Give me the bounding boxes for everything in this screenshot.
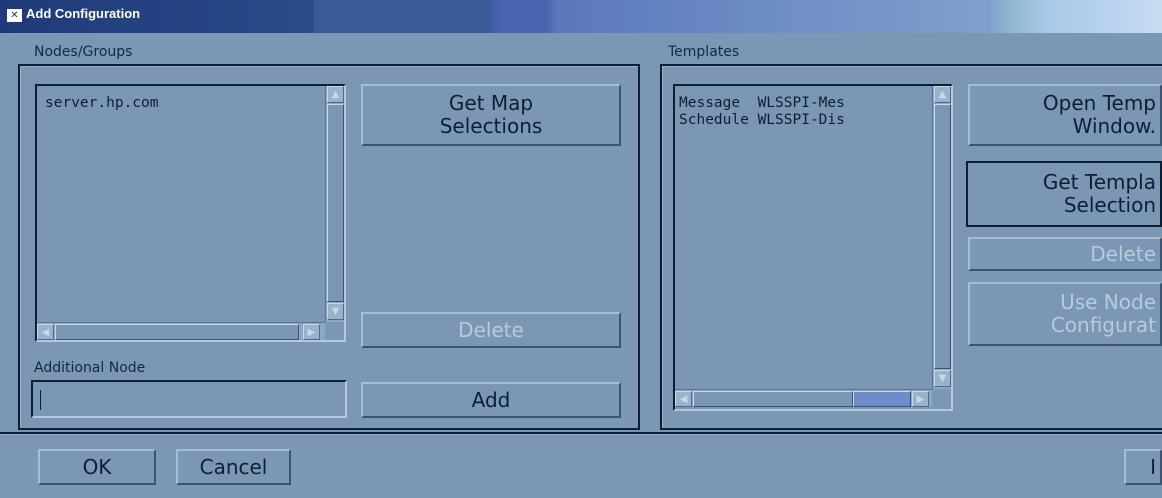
window-title: Add Configuration	[26, 6, 141, 21]
list-item[interactable]: Schedule WLSSPI-Dis	[679, 112, 845, 129]
get-map-selections-button[interactable]: Get Map Selections	[361, 84, 621, 146]
nodes-vertical-scrollbar[interactable]: ▲ ▼	[325, 86, 344, 322]
add-button[interactable]: Add	[361, 382, 621, 418]
nodes-list[interactable]: server.hp.com ▲ ▼ ◀ ▶	[35, 84, 346, 342]
scroll-up-icon[interactable]: ▲	[934, 86, 951, 103]
nodes-vertical-thumb[interactable]	[327, 104, 344, 302]
scroll-right-icon[interactable]: ▶	[303, 324, 320, 340]
scroll-up-icon[interactable]: ▲	[327, 86, 344, 103]
templates-delete-button[interactable]: Delete	[968, 237, 1162, 271]
dialog-button-bar	[0, 432, 1162, 498]
nodes-delete-button[interactable]: Delete	[361, 312, 621, 348]
scroll-right-icon[interactable]: ▶	[912, 391, 929, 407]
templates-vertical-scrollbar[interactable]: ▲ ▼	[932, 86, 951, 389]
templates-vertical-thumb[interactable]	[934, 104, 951, 369]
scroll-down-icon[interactable]: ▼	[327, 303, 344, 320]
list-item[interactable]: server.hp.com	[45, 95, 159, 112]
cancel-button[interactable]: Cancel	[176, 449, 291, 485]
ok-button[interactable]: OK	[38, 449, 156, 485]
use-node-configuration-button[interactable]: Use Node Configurat	[968, 282, 1162, 346]
scroll-down-icon[interactable]: ▼	[934, 370, 951, 387]
window-menu-icon[interactable]: ✕	[7, 9, 22, 22]
templates-horizontal-thumb-active[interactable]	[853, 391, 911, 407]
scroll-left-icon[interactable]: ◀	[675, 391, 692, 407]
templates-horizontal-scrollbar[interactable]: ◀ ▶	[675, 389, 932, 407]
text-cursor	[40, 390, 41, 410]
templates-label: Templates	[668, 44, 743, 60]
get-template-selections-button[interactable]: Get Templa Selection	[966, 161, 1162, 227]
nodes-groups-label: Nodes/Groups	[34, 44, 136, 60]
templates-list[interactable]: Message WLSSPI-Mes Schedule WLSSPI-Dis ▲…	[673, 84, 953, 411]
scroll-left-icon[interactable]: ◀	[37, 324, 54, 340]
list-item[interactable]: Message WLSSPI-Mes	[679, 95, 845, 112]
additional-node-field[interactable]	[31, 380, 347, 418]
templates-horizontal-thumb[interactable]	[693, 391, 853, 407]
nodes-horizontal-scrollbar[interactable]: ◀ ▶	[37, 322, 325, 340]
open-template-window-button[interactable]: Open Temp Window.	[968, 84, 1162, 146]
additional-node-label: Additional Node	[34, 360, 149, 376]
nodes-horizontal-thumb[interactable]	[55, 324, 299, 340]
help-button[interactable]: I	[1124, 449, 1162, 485]
title-bar[interactable]: ✕ Add Configuration	[0, 0, 1162, 33]
